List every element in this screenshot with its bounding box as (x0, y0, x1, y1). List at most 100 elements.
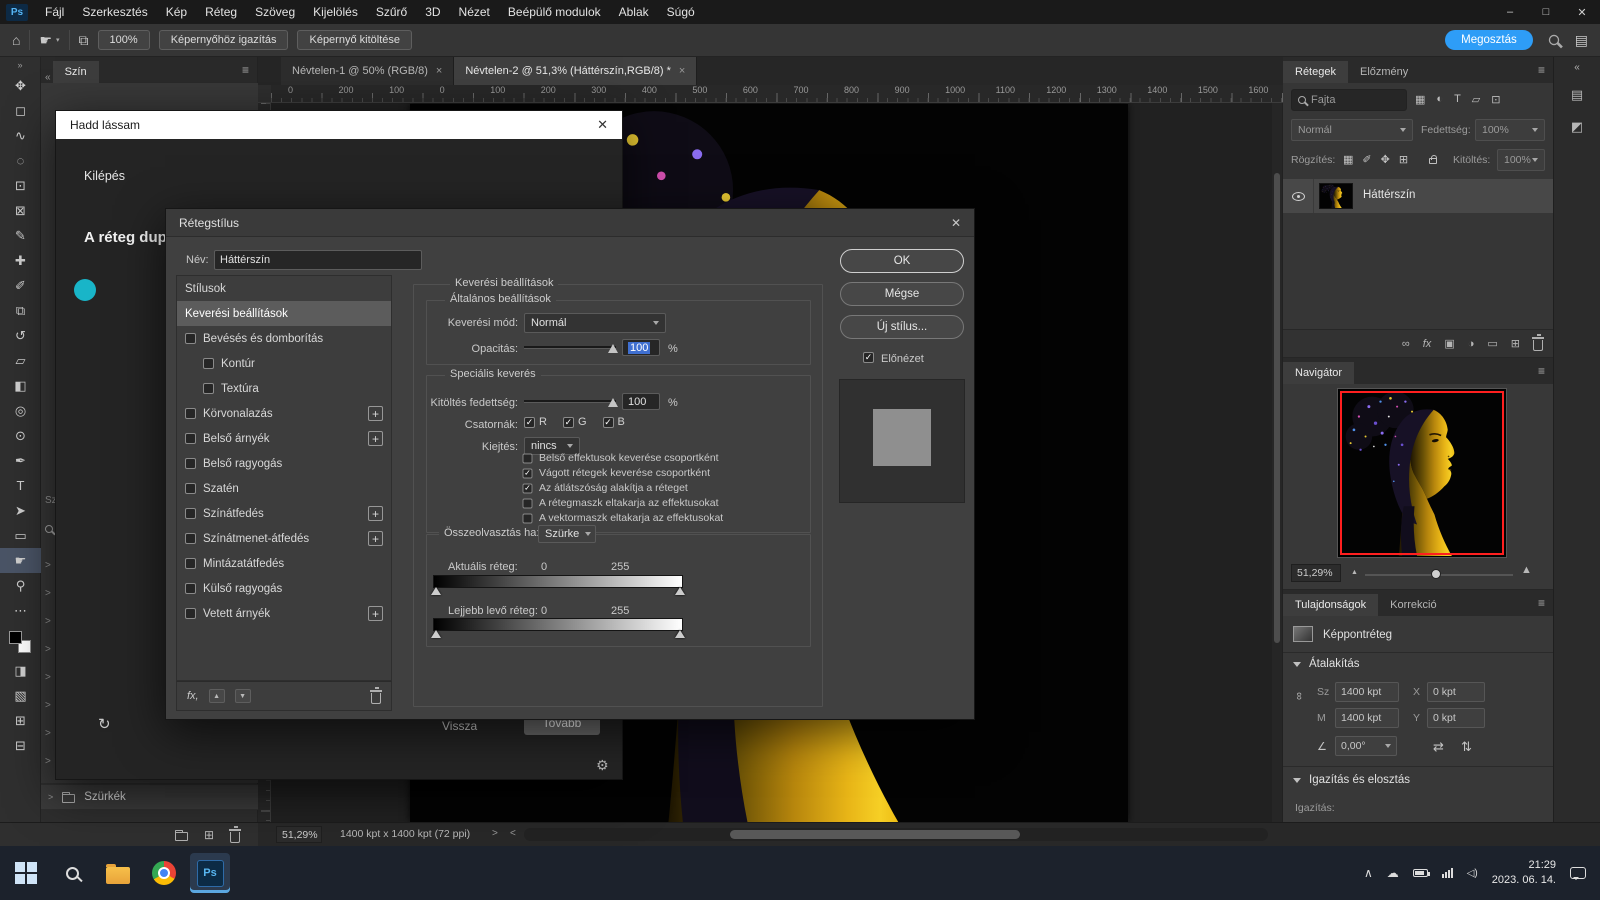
start-button[interactable] (6, 853, 46, 893)
gradient-thumb-left[interactable] (431, 587, 441, 595)
fill-opacity-field[interactable]: 100 (622, 393, 660, 410)
close-icon[interactable]: ✕ (951, 216, 961, 230)
add-effect-button[interactable] (368, 531, 383, 546)
layer-thumbnail[interactable] (1319, 183, 1353, 209)
status-zoom-field[interactable]: 51,29% (276, 826, 322, 843)
eraser-tool[interactable]: ▱ (0, 348, 41, 373)
style-checkbox[interactable] (185, 333, 196, 344)
dock-icon-2[interactable]: ⊟ (0, 733, 41, 758)
style-checkbox[interactable] (185, 433, 196, 444)
marquee-tool[interactable]: ◻ (0, 98, 41, 123)
horizontal-scrollbar-thumb[interactable] (730, 830, 1020, 839)
filter-type-layers-icon[interactable]: T (1454, 93, 1461, 106)
menu-item[interactable]: Ablak (610, 0, 658, 24)
blur-tool[interactable]: ◎ (0, 398, 41, 423)
expand-dock-chevron[interactable]: « (1554, 62, 1600, 73)
frame-tool[interactable]: ⊠ (0, 198, 41, 223)
gradient-thumb-right[interactable] (675, 630, 685, 638)
layer-mask-icon[interactable]: ▣ (1444, 337, 1454, 350)
opacity-slider[interactable] (524, 338, 618, 354)
opacity-field[interactable]: 100 (622, 339, 660, 356)
lock-transparency-icon[interactable]: ▦ (1343, 153, 1353, 166)
style-checkbox[interactable] (185, 508, 196, 519)
brush-tool[interactable]: ✐ (0, 273, 41, 298)
channel-checkbox[interactable] (562, 416, 574, 428)
color-swatches[interactable] (8, 630, 32, 654)
lock-all-icon[interactable] (1429, 155, 1437, 164)
blend-option-checkbox[interactable] (522, 483, 533, 493)
y-field[interactable]: 0 kpt (1427, 708, 1485, 728)
collapsed-panel-chevron[interactable]: > (45, 672, 51, 683)
add-effect-button[interactable] (368, 606, 383, 621)
swatch-group-row[interactable]: > Szürkék (41, 784, 258, 810)
filter-shape-layers-icon[interactable]: ▱ (1472, 93, 1480, 106)
exit-button[interactable]: Kilépés (84, 169, 125, 183)
volume-icon[interactable]: ◁) (1467, 868, 1478, 879)
close-button[interactable]: ✕ (1564, 0, 1600, 24)
filter-smart-objects-icon[interactable]: ⊡ (1491, 93, 1500, 106)
width-field[interactable]: 1400 kpt (1335, 682, 1399, 702)
panel-menu-icon[interactable]: ≡ (242, 63, 249, 77)
style-checkbox[interactable] (185, 558, 196, 569)
back-button[interactable]: Vissza (442, 719, 477, 733)
search-icon[interactable] (1548, 34, 1559, 46)
style-list-item[interactable]: Színátfedés (177, 501, 391, 526)
style-checkbox[interactable] (185, 583, 196, 594)
menu-item[interactable]: Kijelölés (304, 0, 367, 24)
gradient-thumb-right[interactable] (675, 587, 685, 595)
collapse-dock-chevron[interactable]: « (45, 72, 51, 83)
blend-option-checkbox[interactable] (522, 513, 533, 523)
style-list-item[interactable]: Mintázatátfedés (177, 551, 391, 576)
panel-tab[interactable]: Rétegek (1283, 61, 1348, 83)
adjustment-layer-icon[interactable]: ◑ (1468, 338, 1475, 350)
navigator-view-proxy[interactable] (1340, 391, 1504, 555)
style-checkbox[interactable] (185, 608, 196, 619)
photoshop-taskbar-icon[interactable]: Ps (190, 853, 230, 893)
layer-fill-select[interactable]: 100% (1497, 149, 1545, 171)
eyedropper-tool[interactable]: ✎ (0, 223, 41, 248)
layer-row[interactable]: Háttérszín (1283, 179, 1553, 213)
add-effect-button[interactable] (368, 406, 383, 421)
panel-tab[interactable]: Előzmény (1348, 61, 1420, 83)
link-dimensions-icon[interactable]: ∞ (1293, 692, 1305, 700)
style-checkbox[interactable] (185, 408, 196, 419)
pen-tool[interactable]: ✒ (0, 448, 41, 473)
layer-opacity-select[interactable]: 100% (1475, 119, 1545, 141)
style-list-item[interactable]: Belső árnyék (177, 426, 391, 451)
new-group-icon[interactable] (174, 830, 188, 841)
layer-style-titlebar[interactable]: Rétegstílus ✕ (166, 209, 974, 237)
fit-screen-button[interactable]: Képernyőhöz igazítás (158, 30, 289, 50)
collapsed-panel-chevron[interactable]: > (45, 588, 51, 599)
new-layer-icon[interactable]: ⊞ (1511, 337, 1520, 350)
section-chevron-icon[interactable] (1293, 662, 1301, 667)
channel-checkbox[interactable] (524, 416, 535, 428)
path-selection-tool[interactable]: ➤ (0, 498, 41, 523)
taskbar-search-icon[interactable] (52, 853, 92, 893)
zoom-out-icon[interactable]: ▲ (1351, 569, 1358, 576)
new-group-icon[interactable]: ▭ (1487, 337, 1497, 350)
lock-pixels-icon[interactable]: ✐ (1362, 153, 1371, 166)
delete-icon[interactable] (229, 825, 241, 843)
navigator-zoom-field[interactable]: 51,29% (1291, 564, 1341, 582)
network-icon[interactable] (1441, 868, 1453, 878)
clock[interactable]: 21:29 2023. 06. 14. (1492, 858, 1556, 889)
style-list-item[interactable]: Keverési beállítások (177, 301, 391, 326)
healing-brush-tool[interactable]: ✚ (0, 248, 41, 273)
status-chevron-right[interactable]: > (492, 828, 498, 839)
layer-blend-mode-select[interactable]: Normál (1291, 119, 1413, 141)
filter-adjustment-layers-icon[interactable]: ◐ (1436, 93, 1443, 106)
zoom-100-button[interactable]: 100% (97, 30, 150, 50)
flip-vertical-icon[interactable]: ⇅ (1461, 739, 1472, 755)
menu-item[interactable]: Szerkesztés (73, 0, 156, 24)
notification-icon[interactable] (1570, 867, 1586, 880)
angle-field[interactable]: 0,00° (1335, 736, 1397, 756)
zoom-in-icon[interactable]: ▲ (1521, 564, 1532, 576)
workspace-icon[interactable]: ▤ (1575, 32, 1588, 49)
ok-button[interactable]: OK (840, 249, 964, 273)
collapsed-panel-chevron[interactable]: > (45, 756, 51, 767)
shape-tool[interactable]: ▭ (0, 523, 41, 548)
delete-effect-icon[interactable] (370, 686, 382, 704)
object-selection-tool[interactable]: ◌ (0, 148, 41, 173)
dodge-tool[interactable]: ⊙ (0, 423, 41, 448)
cancel-button[interactable]: Mégse (840, 282, 964, 306)
